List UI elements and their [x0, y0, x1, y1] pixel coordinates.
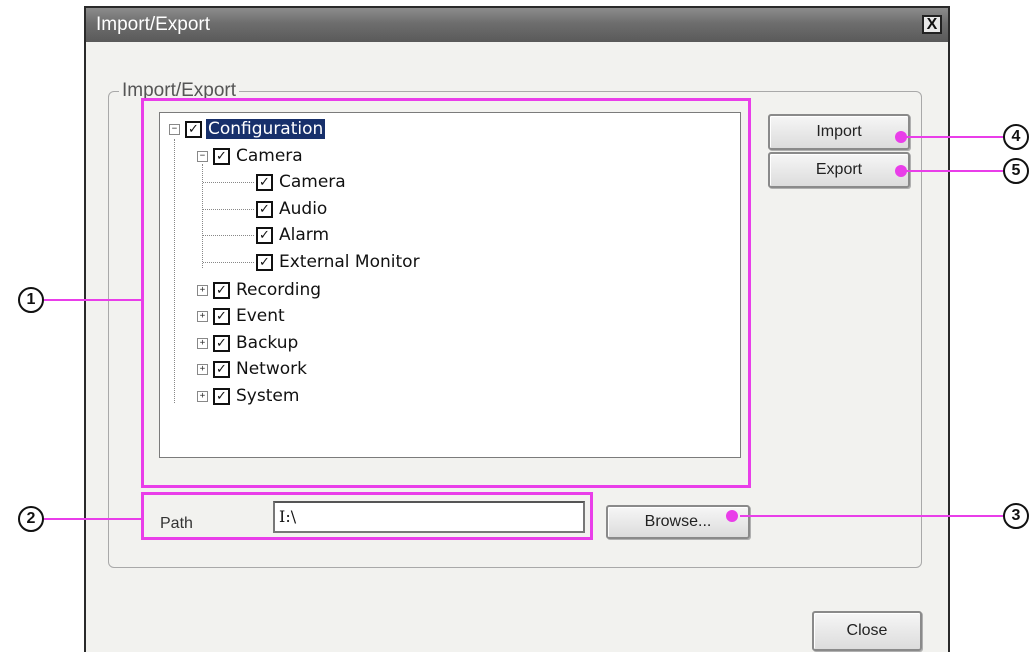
path-highlight-box: [141, 492, 593, 540]
callout-dot-4: [895, 131, 907, 143]
callout-line-1: [44, 299, 143, 301]
import-button[interactable]: Import: [768, 114, 910, 150]
callout-line-5: [904, 170, 1003, 172]
callout-1: 1: [18, 287, 44, 313]
callout-line-2: [44, 518, 143, 520]
callout-dot-3: [726, 510, 738, 522]
export-button[interactable]: Export: [768, 152, 910, 188]
close-button[interactable]: Close: [812, 611, 922, 651]
callout-3: 3: [1003, 503, 1029, 529]
callout-5: 5: [1003, 158, 1029, 184]
dialog-title: Import/Export: [96, 14, 211, 35]
callout-2: 2: [18, 506, 44, 532]
callout-4: 4: [1003, 124, 1029, 150]
callout-line-3: [740, 515, 1003, 517]
close-icon[interactable]: X: [922, 15, 942, 34]
callout-dot-5: [895, 165, 907, 177]
dialog-titlebar: Import/Export X: [86, 8, 948, 42]
tree-highlight-box: [141, 98, 751, 488]
callout-line-4: [904, 136, 1003, 138]
